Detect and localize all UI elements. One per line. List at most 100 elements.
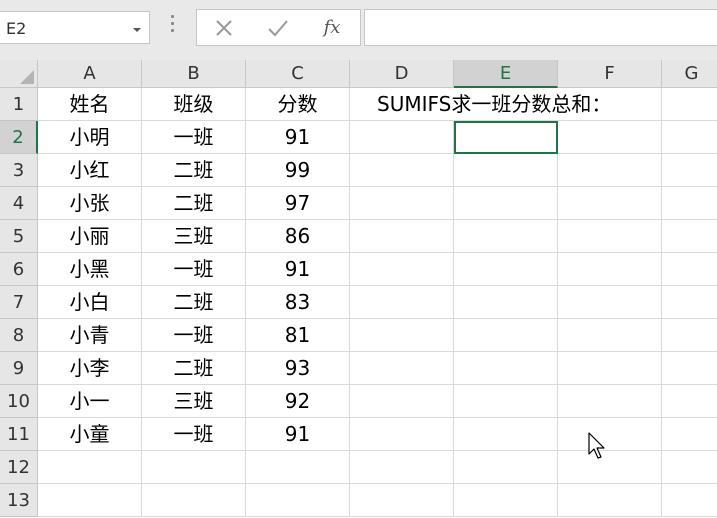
cell-e11[interactable] — [454, 418, 558, 451]
cell-a9[interactable]: 小李 — [38, 352, 142, 385]
formula-input[interactable] — [364, 9, 717, 46]
cell-f10[interactable] — [558, 385, 662, 418]
cell-e2[interactable] — [454, 121, 558, 154]
cell-b6[interactable]: 一班 — [142, 253, 246, 286]
row-header-6[interactable]: 6 — [0, 253, 38, 286]
cell-c2[interactable]: 91 — [246, 121, 350, 154]
cell-g10[interactable] — [662, 385, 717, 418]
cell-g2[interactable] — [662, 121, 717, 154]
cell-d4[interactable] — [350, 187, 454, 220]
cell-e7[interactable] — [454, 286, 558, 319]
cell-b13[interactable] — [142, 484, 246, 517]
cell-g12[interactable] — [662, 451, 717, 484]
cell-d10[interactable] — [350, 385, 454, 418]
cell-c11[interactable]: 91 — [246, 418, 350, 451]
cell-b4[interactable]: 二班 — [142, 187, 246, 220]
cell-a6[interactable]: 小黑 — [38, 253, 142, 286]
column-header-g[interactable]: G — [662, 60, 717, 88]
cell-e6[interactable] — [454, 253, 558, 286]
cell-b7[interactable]: 二班 — [142, 286, 246, 319]
cell-f7[interactable] — [558, 286, 662, 319]
cell-g1[interactable] — [662, 88, 717, 121]
close-icon[interactable] — [209, 15, 239, 41]
cell-e13[interactable] — [454, 484, 558, 517]
cell-d6[interactable] — [350, 253, 454, 286]
cell-a7[interactable]: 小白 — [38, 286, 142, 319]
cell-g6[interactable] — [662, 253, 717, 286]
cell-d12[interactable] — [350, 451, 454, 484]
cell-c1[interactable]: 分数 — [246, 88, 350, 121]
row-header-1[interactable]: 1 — [0, 88, 38, 121]
cell-f13[interactable] — [558, 484, 662, 517]
cell-c4[interactable]: 97 — [246, 187, 350, 220]
cell-e5[interactable] — [454, 220, 558, 253]
cell-c8[interactable]: 81 — [246, 319, 350, 352]
cell-b1[interactable]: 班级 — [142, 88, 246, 121]
row-header-2[interactable]: 2 — [0, 121, 38, 154]
cell-a4[interactable]: 小张 — [38, 187, 142, 220]
cell-c9[interactable]: 93 — [246, 352, 350, 385]
row-header-4[interactable]: 4 — [0, 187, 38, 220]
cell-f3[interactable] — [558, 154, 662, 187]
insert-function-button[interactable]: fx — [317, 15, 347, 41]
column-header-a[interactable]: A — [38, 60, 142, 88]
cell-f4[interactable] — [558, 187, 662, 220]
row-header-7[interactable]: 7 — [0, 286, 38, 319]
cell-b8[interactable]: 一班 — [142, 319, 246, 352]
cell-b10[interactable]: 三班 — [142, 385, 246, 418]
cell-b2[interactable]: 一班 — [142, 121, 246, 154]
row-header-5[interactable]: 5 — [0, 220, 38, 253]
column-header-e[interactable]: E — [454, 60, 558, 88]
cell-f5[interactable] — [558, 220, 662, 253]
cell-a11[interactable]: 小童 — [38, 418, 142, 451]
column-header-f[interactable]: F — [558, 60, 662, 88]
row-header-13[interactable]: 13 — [0, 484, 38, 517]
cell-a2[interactable]: 小明 — [38, 121, 142, 154]
cell-d1[interactable]: SUMIFS求一班分数总和： — [350, 88, 611, 121]
cell-a3[interactable]: 小红 — [38, 154, 142, 187]
cell-c12[interactable] — [246, 451, 350, 484]
row-header-10[interactable]: 10 — [0, 385, 38, 418]
name-box[interactable]: E2 — [0, 11, 150, 44]
cell-c10[interactable]: 92 — [246, 385, 350, 418]
cell-d13[interactable] — [350, 484, 454, 517]
cell-c13[interactable] — [246, 484, 350, 517]
check-icon[interactable] — [263, 15, 293, 41]
cell-d3[interactable] — [350, 154, 454, 187]
cell-e10[interactable] — [454, 385, 558, 418]
cell-a8[interactable]: 小青 — [38, 319, 142, 352]
row-header-3[interactable]: 3 — [0, 154, 38, 187]
cell-g3[interactable] — [662, 154, 717, 187]
cell-f8[interactable] — [558, 319, 662, 352]
cell-g7[interactable] — [662, 286, 717, 319]
cell-e3[interactable] — [454, 154, 558, 187]
drag-handle-icon[interactable] — [170, 15, 176, 35]
cell-g4[interactable] — [662, 187, 717, 220]
cell-b11[interactable]: 一班 — [142, 418, 246, 451]
cell-g13[interactable] — [662, 484, 717, 517]
cell-e4[interactable] — [454, 187, 558, 220]
cell-f9[interactable] — [558, 352, 662, 385]
cell-f2[interactable] — [558, 121, 662, 154]
cell-c5[interactable]: 86 — [246, 220, 350, 253]
cell-a13[interactable] — [38, 484, 142, 517]
row-header-8[interactable]: 8 — [0, 319, 38, 352]
cell-d8[interactable] — [350, 319, 454, 352]
cell-e8[interactable] — [454, 319, 558, 352]
cell-b3[interactable]: 二班 — [142, 154, 246, 187]
cell-f11[interactable] — [558, 418, 662, 451]
cell-d7[interactable] — [350, 286, 454, 319]
cell-g11[interactable] — [662, 418, 717, 451]
cell-b5[interactable]: 三班 — [142, 220, 246, 253]
cell-e12[interactable] — [454, 451, 558, 484]
cell-b9[interactable]: 二班 — [142, 352, 246, 385]
row-header-9[interactable]: 9 — [0, 352, 38, 385]
cell-a1[interactable]: 姓名 — [38, 88, 142, 121]
column-header-c[interactable]: C — [246, 60, 350, 88]
cell-b12[interactable] — [142, 451, 246, 484]
cell-a5[interactable]: 小丽 — [38, 220, 142, 253]
cell-d11[interactable] — [350, 418, 454, 451]
cell-c3[interactable]: 99 — [246, 154, 350, 187]
column-header-b[interactable]: B — [142, 60, 246, 88]
chevron-down-icon[interactable] — [133, 28, 141, 32]
